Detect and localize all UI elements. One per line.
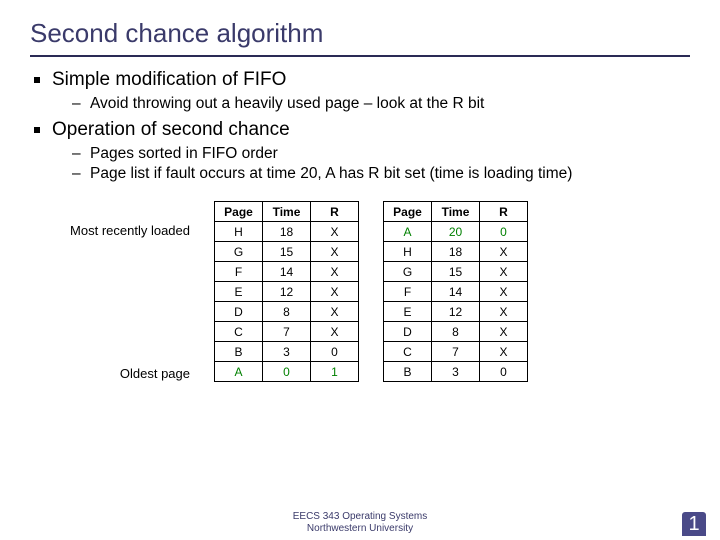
- cell-page: B: [384, 362, 432, 382]
- table-row: G15X: [215, 242, 359, 262]
- table-row: D8X: [384, 322, 528, 342]
- bullet-2b: Page list if fault occurs at time 20, A …: [30, 165, 690, 183]
- bullet-1: Simple modification of FIFO: [30, 69, 690, 91]
- table-row: E12X: [384, 302, 528, 322]
- cell-time: 3: [263, 342, 311, 362]
- cell-page: A: [215, 362, 263, 382]
- col-page: Page: [215, 202, 263, 222]
- cell-time: 12: [432, 302, 480, 322]
- table-row: D8X: [215, 302, 359, 322]
- cell-time: 18: [263, 222, 311, 242]
- table-row: F14X: [384, 282, 528, 302]
- cell-page: D: [215, 302, 263, 322]
- footer: EECS 343 Operating Systems Northwestern …: [0, 511, 720, 534]
- slide: Second chance algorithm Simple modificat…: [0, 0, 720, 382]
- cell-page: H: [384, 242, 432, 262]
- table-after-body: A200H18XG15XF14XE12XD8XC7XB30: [384, 222, 528, 382]
- cell-page: G: [384, 262, 432, 282]
- cell-time: 8: [263, 302, 311, 322]
- cell-r: X: [311, 282, 359, 302]
- page-number: 1: [682, 512, 706, 536]
- cell-page: E: [215, 282, 263, 302]
- cell-time: 3: [432, 362, 480, 382]
- table-row: B30: [215, 342, 359, 362]
- bullet-2a: Pages sorted in FIFO order: [30, 145, 690, 163]
- table-row: E12X: [215, 282, 359, 302]
- cell-time: 0: [263, 362, 311, 382]
- cell-r: 0: [480, 222, 528, 242]
- cell-time: 12: [263, 282, 311, 302]
- cell-time: 14: [432, 282, 480, 302]
- cell-page: C: [384, 342, 432, 362]
- cell-r: X: [311, 262, 359, 282]
- col-time: Time: [263, 202, 311, 222]
- tables-container: Most recently loaded Oldest page Page Ti…: [70, 201, 690, 382]
- table-row: C7X: [384, 342, 528, 362]
- table-row: C7X: [215, 322, 359, 342]
- cell-r: X: [311, 302, 359, 322]
- col-r: R: [480, 202, 528, 222]
- cell-page: F: [215, 262, 263, 282]
- cell-r: X: [311, 222, 359, 242]
- cell-r: X: [480, 262, 528, 282]
- cell-page: G: [215, 242, 263, 262]
- cell-r: X: [480, 302, 528, 322]
- cell-time: 20: [432, 222, 480, 242]
- footer-line2: Northwestern University: [0, 523, 720, 535]
- cell-time: 15: [263, 242, 311, 262]
- cell-page: A: [384, 222, 432, 242]
- title-rule: [30, 55, 690, 57]
- cell-r: X: [311, 242, 359, 262]
- cell-r: X: [480, 242, 528, 262]
- table-before: Page Time R H18XG15XF14XE12XD8XC7XB30A01: [214, 201, 359, 382]
- cell-r: X: [480, 342, 528, 362]
- table-row: A200: [384, 222, 528, 242]
- cell-page: D: [384, 322, 432, 342]
- cell-page: H: [215, 222, 263, 242]
- label-mru: Most recently loaded: [70, 223, 190, 238]
- cell-page: C: [215, 322, 263, 342]
- table-header-row: Page Time R: [215, 202, 359, 222]
- cell-r: X: [480, 282, 528, 302]
- table-header-row: Page Time R: [384, 202, 528, 222]
- cell-time: 15: [432, 262, 480, 282]
- cell-page: E: [384, 302, 432, 322]
- table-row: F14X: [215, 262, 359, 282]
- cell-r: 0: [480, 362, 528, 382]
- page-title: Second chance algorithm: [30, 18, 690, 49]
- table-row: G15X: [384, 262, 528, 282]
- table-row: H18X: [384, 242, 528, 262]
- table-row: H18X: [215, 222, 359, 242]
- cell-time: 18: [432, 242, 480, 262]
- cell-r: 1: [311, 362, 359, 382]
- table-row: A01: [215, 362, 359, 382]
- bullet-2: Operation of second chance: [30, 119, 690, 141]
- row-labels: Most recently loaded Oldest page: [70, 201, 190, 381]
- label-oldest: Oldest page: [70, 366, 190, 381]
- col-r: R: [311, 202, 359, 222]
- cell-time: 7: [263, 322, 311, 342]
- cell-time: 7: [432, 342, 480, 362]
- table-after: Page Time R A200H18XG15XF14XE12XD8XC7XB3…: [383, 201, 528, 382]
- table-before-body: H18XG15XF14XE12XD8XC7XB30A01: [215, 222, 359, 382]
- col-page: Page: [384, 202, 432, 222]
- col-time: Time: [432, 202, 480, 222]
- bullet-1a: Avoid throwing out a heavily used page –…: [30, 95, 690, 113]
- cell-page: B: [215, 342, 263, 362]
- cell-r: X: [311, 322, 359, 342]
- cell-page: F: [384, 282, 432, 302]
- cell-time: 8: [432, 322, 480, 342]
- footer-line1: EECS 343 Operating Systems: [0, 511, 720, 523]
- table-row: B30: [384, 362, 528, 382]
- cell-time: 14: [263, 262, 311, 282]
- cell-r: 0: [311, 342, 359, 362]
- cell-r: X: [480, 322, 528, 342]
